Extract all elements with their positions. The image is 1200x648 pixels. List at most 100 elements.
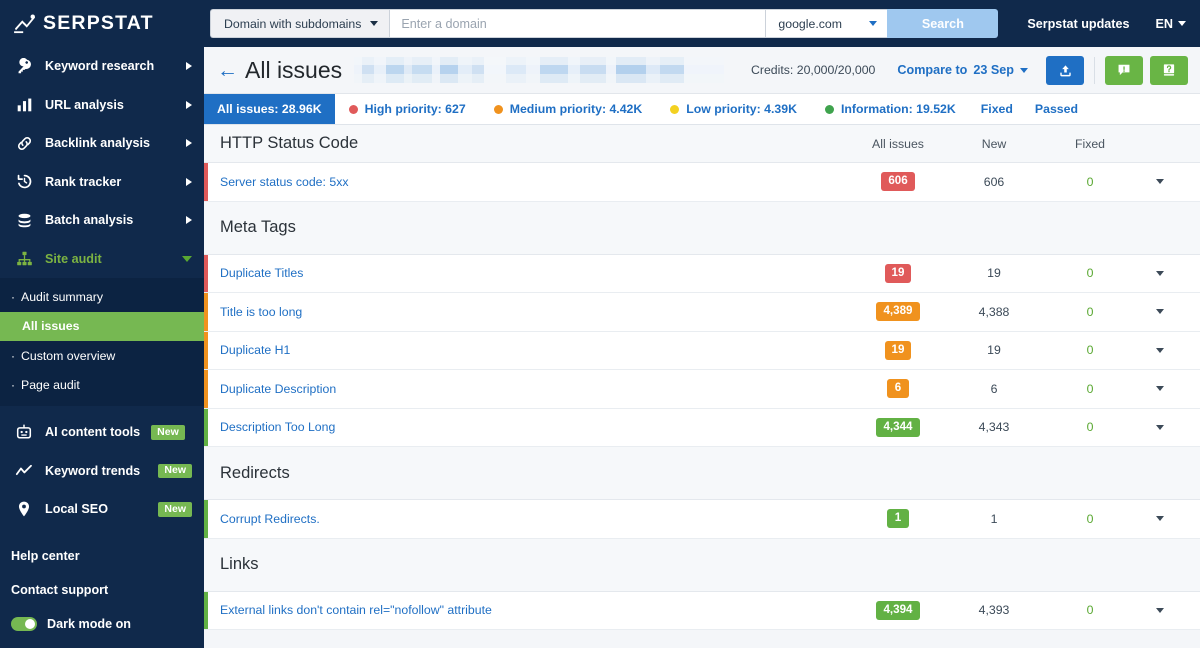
tab-high-priority[interactable]: High priority: 627 (335, 94, 480, 124)
cell-fixed: 0 (1086, 420, 1094, 435)
map-pin-icon (14, 499, 34, 519)
tab-information[interactable]: Information: 19.52K (811, 94, 970, 124)
cell-fixed: 0 (1086, 174, 1094, 189)
issue-name[interactable]: Duplicate Titles (220, 266, 303, 280)
help-button[interactable] (1150, 55, 1188, 85)
toggle-switch[interactable] (11, 616, 37, 631)
chevron-down-icon (1156, 607, 1164, 613)
issue-name[interactable]: Description Too Long (220, 420, 335, 434)
sidebar-item-ai-content-tools[interactable]: AI content tools New (0, 413, 204, 452)
issue-name[interactable]: Duplicate H1 (220, 343, 290, 357)
chevron-down-icon (1156, 347, 1164, 353)
tab-medium-priority[interactable]: Medium priority: 4.42K (480, 94, 657, 124)
tab-label: Medium priority: 4.42K (509, 102, 643, 116)
sidebar-item-custom-overview[interactable]: · Custom overview (0, 341, 204, 371)
tab-fixed[interactable]: Fixed (970, 94, 1024, 124)
sidebar-item-rank-tracker[interactable]: Rank tracker (0, 163, 204, 202)
row-values: 4,394 4,393 0 (850, 600, 1182, 620)
table-row[interactable]: External links don't contain rel="nofoll… (204, 591, 1200, 630)
sidebar-item-keyword-trends[interactable]: Keyword trends New (0, 452, 204, 491)
sidebar-item-batch-analysis[interactable]: Batch analysis (0, 201, 204, 240)
expand-row-button[interactable] (1138, 347, 1182, 353)
sidebar-subitem-label: All issues (22, 319, 80, 334)
serpstat-updates-link[interactable]: Serpstat updates (1027, 17, 1129, 31)
tab-passed[interactable]: Passed (1024, 94, 1089, 124)
expand-row-button[interactable] (1138, 386, 1182, 392)
chevron-down-icon (182, 255, 192, 262)
severity-stripe (204, 254, 208, 292)
sidebar-item-site-audit[interactable]: Site audit (0, 240, 204, 279)
help-icon (1163, 64, 1175, 76)
expand-row-button[interactable] (1138, 424, 1182, 430)
compare-to-date: 23 Sep (973, 63, 1014, 77)
issues-table: HTTP Status Code All issues New Fixed Se… (204, 125, 1200, 648)
contact-support-link[interactable]: Contact support (0, 573, 204, 607)
feedback-button[interactable] (1105, 55, 1143, 85)
section-header-redirects: Redirects (204, 447, 1200, 500)
chevron-right-icon (186, 100, 192, 109)
search-button[interactable]: Search (887, 9, 999, 38)
compare-to-selector[interactable]: Compare to 23 Sep (897, 63, 1028, 77)
chevron-right-icon (186, 139, 192, 148)
bullet: · (11, 289, 15, 304)
tab-all-issues[interactable]: All issues: 28.96K (204, 94, 335, 124)
tab-label: Information: 19.52K (840, 102, 956, 116)
sidebar-item-audit-summary[interactable]: · Audit summary (0, 282, 204, 312)
blur-band-bottom (354, 74, 725, 83)
table-row[interactable]: Corrupt Redirects. 1 1 0 (204, 500, 1200, 539)
sidebar-item-label: Keyword trends (45, 463, 141, 478)
expand-row-button[interactable] (1138, 179, 1182, 185)
sidebar-item-local-seo[interactable]: Local SEO New (0, 490, 204, 529)
dark-mode-toggle[interactable]: Dark mode on (0, 607, 204, 641)
table-row[interactable]: Duplicate Titles 19 19 0 (204, 254, 1200, 293)
sidebar-subitem-label: Audit summary (21, 289, 104, 304)
brand-logo[interactable]: SERPSTAT (0, 0, 204, 47)
sidebar-item-page-audit[interactable]: · Page audit (0, 371, 204, 401)
table-row[interactable]: Duplicate H1 19 19 0 (204, 331, 1200, 370)
robot-icon (14, 422, 34, 442)
main-area: Domain with subdomains google.com Search… (204, 0, 1200, 648)
help-center-link[interactable]: Help center (0, 539, 204, 573)
row-values: 1 1 0 (850, 509, 1182, 529)
sidebar-item-all-issues[interactable]: All issues (0, 311, 204, 341)
cell-fixed: 0 (1086, 511, 1094, 526)
app-root: SERPSTAT Keyword research URL analysis B… (0, 0, 1200, 648)
credits-label: Credits: 20,000/20,000 (750, 63, 876, 77)
back-button[interactable]: ← (217, 60, 238, 81)
upload-icon (1059, 64, 1071, 76)
blur-band-top (354, 57, 725, 65)
chevron-down-icon (1020, 67, 1028, 73)
cell-all-issues: 4,389 (850, 302, 946, 322)
scope-select[interactable]: Domain with subdomains (210, 9, 390, 38)
expand-row-button[interactable] (1138, 516, 1182, 522)
cell-new: 19 (987, 343, 1001, 358)
issue-name[interactable]: External links don't contain rel="nofoll… (220, 603, 492, 617)
issue-name[interactable]: Corrupt Redirects. (220, 512, 320, 526)
sitemap-icon (14, 249, 34, 269)
toolbar-divider (1094, 56, 1095, 84)
expand-row-button[interactable] (1138, 270, 1182, 276)
export-button[interactable] (1046, 55, 1084, 85)
search-engine-select[interactable]: google.com (765, 9, 888, 38)
issue-name[interactable]: Server status code: 5xx (220, 175, 349, 189)
domain-input[interactable] (389, 9, 766, 38)
chevron-down-icon (370, 21, 379, 26)
language-switcher[interactable]: EN (1156, 17, 1186, 31)
redacted-domain-blur (354, 57, 725, 83)
table-row[interactable]: Description Too Long 4,344 4,343 0 (204, 408, 1200, 447)
sidebar-item-keyword-research[interactable]: Keyword research (0, 47, 204, 86)
expand-row-button[interactable] (1138, 607, 1182, 613)
issue-name[interactable]: Duplicate Description (220, 382, 336, 396)
sidebar-item-label: AI content tools (45, 425, 141, 440)
sidebar-item-url-analysis[interactable]: URL analysis (0, 86, 204, 125)
sidebar-item-backlink-analysis[interactable]: Backlink analysis (0, 124, 204, 163)
issue-name[interactable]: Title is too long (220, 305, 302, 319)
section-title: Links (220, 555, 259, 573)
expand-row-button[interactable] (1138, 309, 1182, 315)
cell-all-issues: 606 (850, 172, 946, 192)
table-row[interactable]: Title is too long 4,389 4,388 0 (204, 293, 1200, 332)
tab-low-priority[interactable]: Low priority: 4.39K (656, 94, 811, 124)
table-row[interactable]: Duplicate Description 6 6 0 (204, 370, 1200, 409)
row-values: 6 6 0 (850, 379, 1182, 399)
table-row[interactable]: Server status code: 5xx 606 606 0 (204, 163, 1200, 202)
